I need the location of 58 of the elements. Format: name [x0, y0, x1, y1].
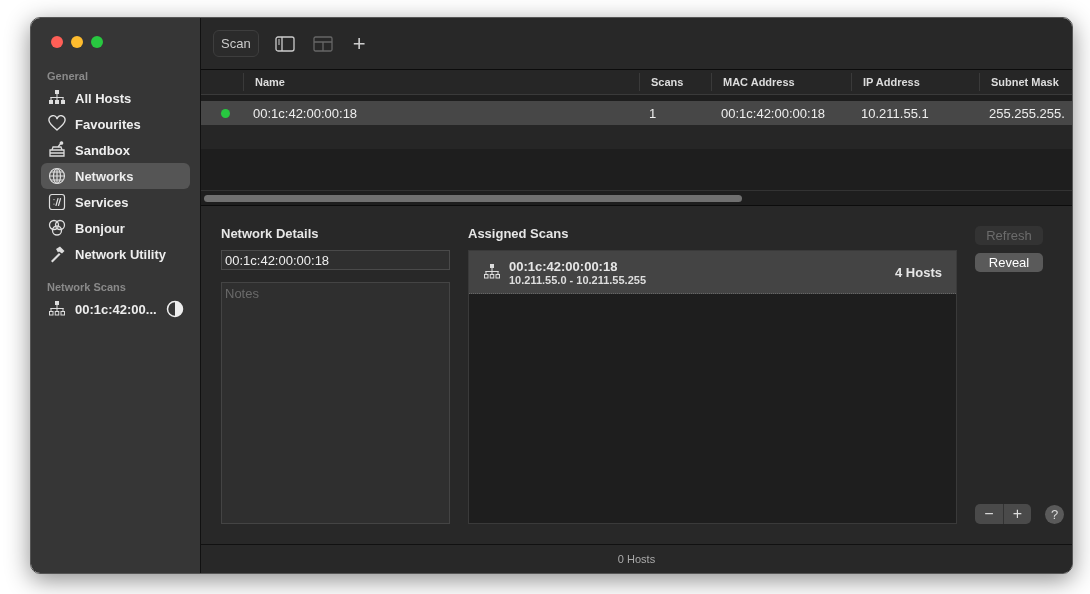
- section-title: General: [46, 70, 89, 82]
- item-label: Networks: [75, 168, 135, 184]
- sidebar-item[interactable]: Bonjour: [41, 215, 190, 241]
- sidebar-item[interactable]: Sandbox: [41, 137, 190, 163]
- rings-icon: [48, 219, 66, 237]
- item-label: Favourites: [75, 116, 142, 132]
- tray-icon: [48, 141, 66, 159]
- hierarchy-icon: [48, 300, 66, 318]
- section-title: Network Scans: [46, 281, 127, 293]
- column-header[interactable]: Scans: [639, 73, 711, 91]
- zoom-button[interactable]: [91, 36, 103, 48]
- heart-icon: [48, 115, 66, 133]
- close-button[interactable]: [51, 36, 63, 48]
- sidebar-toggle-icon[interactable]: [272, 33, 297, 54]
- hierarchy-icon: [48, 89, 66, 107]
- item-label: Bonjour: [75, 220, 126, 236]
- sidebar-item[interactable]: 00:1c:42:00...: [41, 296, 190, 322]
- help-button[interactable]: ?: [1045, 504, 1064, 524]
- url-scheme-icon: [48, 193, 66, 211]
- globe-icon: [48, 167, 66, 185]
- sidebar-item[interactable]: Services: [41, 189, 190, 215]
- table-row[interactable]: 00:1c:42:00:00:18 1 00:1c:42:00:00:18 10.211.55.1 255.255.255.: [201, 101, 1072, 125]
- sidebar-item[interactable]: Networks: [41, 163, 190, 189]
- column-header[interactable]: Subnet Mask: [979, 73, 1072, 91]
- minimize-button[interactable]: [71, 36, 83, 48]
- sidebar-item[interactable]: All Hosts: [41, 85, 190, 111]
- table-cell-text: 10.211.55.1: [860, 105, 930, 121]
- hierarchy-icon: [483, 263, 501, 281]
- item-label: All Hosts: [75, 90, 133, 106]
- add-button[interactable]: +: [348, 33, 370, 54]
- item-label: Services: [75, 194, 130, 210]
- remove-button[interactable]: −: [975, 504, 1003, 524]
- add-button[interactable]: +: [1003, 504, 1031, 524]
- ip-range: 10.211.55.0 - 10.211.55.255: [509, 273, 648, 286]
- table-cell-text: 00:1c:42:00:00:18: [720, 105, 827, 121]
- item-label: 00:1c:42:00...: [75, 301, 157, 317]
- section-title: Network Details: [221, 226, 320, 241]
- reveal-button[interactable]: Reveal: [975, 253, 1043, 272]
- sidebar-item[interactable]: Network Utility: [41, 241, 190, 267]
- scan-button[interactable]: Scan: [213, 30, 259, 57]
- item-label: Network Utility: [75, 246, 167, 262]
- column-header[interactable]: MAC Address: [711, 73, 851, 91]
- table-cell-text: 255.255.255.: [988, 105, 1066, 121]
- scan-list-item[interactable]: 00:1c:42:00:00:18 10.211.55.0 - 10.211.55.255 4 Hosts: [469, 251, 956, 294]
- name-field[interactable]: 00:1c:42:00:00:18: [221, 250, 450, 270]
- column-header[interactable]: Name: [243, 73, 639, 91]
- section-title: Assigned Scans: [468, 226, 570, 241]
- sidebar-item[interactable]: Favourites: [41, 111, 190, 137]
- host-count: 4 Hosts: [895, 264, 942, 280]
- column-header[interactable]: IP Address: [851, 73, 979, 91]
- notes-field[interactable]: Notes: [221, 282, 450, 524]
- scan-name: 00:1c:42:00:00:18: [509, 258, 619, 274]
- table-cell-text: 1: [648, 105, 658, 121]
- scrollbar[interactable]: [204, 194, 742, 202]
- item-label: Sandbox: [75, 142, 131, 158]
- table-cell-text: 00:1c:42:00:00:18: [252, 105, 359, 121]
- status-bar: 0 Hosts: [201, 544, 1072, 573]
- progress-icon: [165, 300, 184, 318]
